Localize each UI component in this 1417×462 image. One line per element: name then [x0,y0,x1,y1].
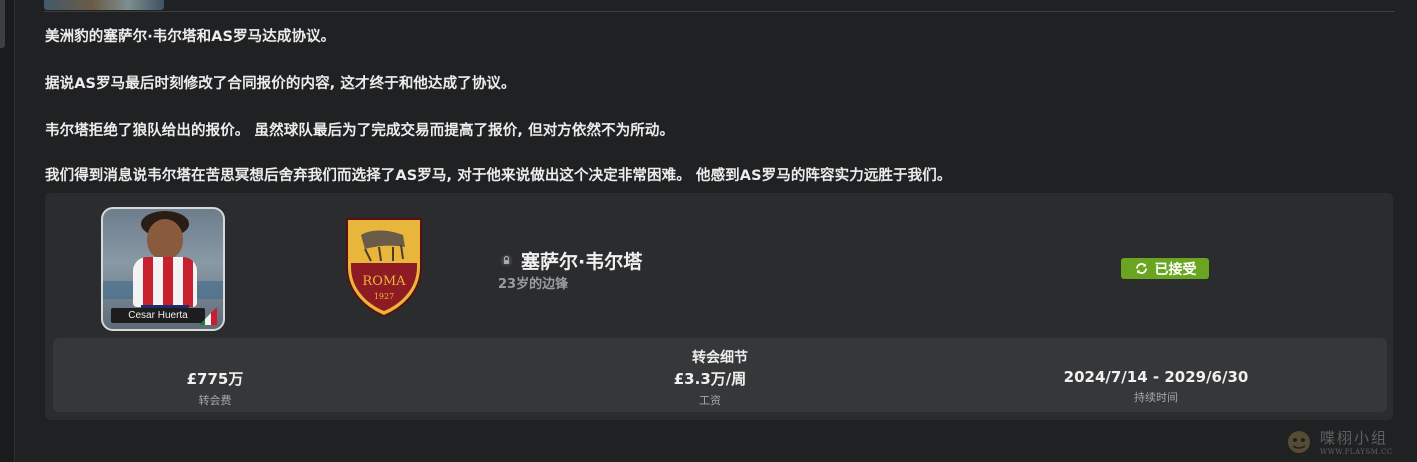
duration-value: 2024/7/14 - 2029/6/30 [1063,368,1249,386]
status-label: 已接受 [1154,261,1197,278]
scrollbar-thumb[interactable] [0,0,5,48]
player-name-row: 塞萨尔·韦尔塔 [500,247,642,274]
news-paragraph-3: 韦尔塔拒绝了狼队给出的报价。 虽然球队最后为了完成交易而提高了报价, 但对方依然… [45,123,675,139]
status-badge: 已接受 [1121,258,1209,279]
transfer-details-panel: 转会细节 £775万 转会费 £3.3万/周 工资 2024/7/14 - 20… [53,338,1387,412]
divider [44,11,1395,12]
photo-shirt [133,257,197,307]
transfer-fee-label: 转会费 [198,394,232,407]
detail-duration: 2024/7/14 - 2029/6/30 持续时间 [1036,368,1276,405]
watermark-url: WWW.PLAYSM.CC [1320,447,1393,456]
news-paragraph-2: 据说AS罗马最后时刻修改了合同报价的内容, 这才终于和他达成了协议。 [45,76,516,92]
lock-icon [500,254,513,267]
wage-value: £3.3万/周 [673,370,747,388]
detail-transfer-fee: £775万 转会费 [145,368,285,408]
news-paragraph-4: 我们得到消息说韦尔塔在苦思冥想后舍弃我们而选择了AS罗马, 对于他来说做出这个决… [45,168,952,184]
news-paragraph-1: 美洲豹的塞萨尔·韦尔塔和AS罗马达成协议。 [45,29,336,45]
club-crest-text: ROMA [362,274,406,289]
detail-wage: £3.3万/周 工资 [630,368,790,408]
refresh-icon [1135,263,1147,274]
wage-label: 工资 [699,394,721,407]
duration-label: 持续时间 [1134,391,1178,404]
previous-item-image [44,0,164,10]
player-description: 23岁的边锋 [498,277,569,292]
player-photo[interactable]: Cesar Huerta [101,207,225,331]
watermark-text: 喋栩小组 [1320,428,1389,447]
player-photo-caption: Cesar Huerta [111,308,205,323]
club-crest-icon[interactable]: ROMA 1927 [343,215,425,319]
transfer-fee-value: £775万 [186,370,244,388]
left-scroll-rail[interactable] [0,0,15,462]
photo-head [147,219,183,259]
club-crest-year: 1927 [374,292,394,301]
player-name-link[interactable]: 塞萨尔·韦尔塔 [521,247,642,274]
details-title: 转会细节 [692,350,748,366]
watermark-logo-icon [1288,431,1310,453]
site-watermark: 喋栩小组 WWW.PLAYSM.CC [1284,422,1412,460]
transfer-card: Cesar Huerta ROMA 1927 塞萨尔·韦尔塔 23岁的边锋 已接… [45,193,1393,420]
